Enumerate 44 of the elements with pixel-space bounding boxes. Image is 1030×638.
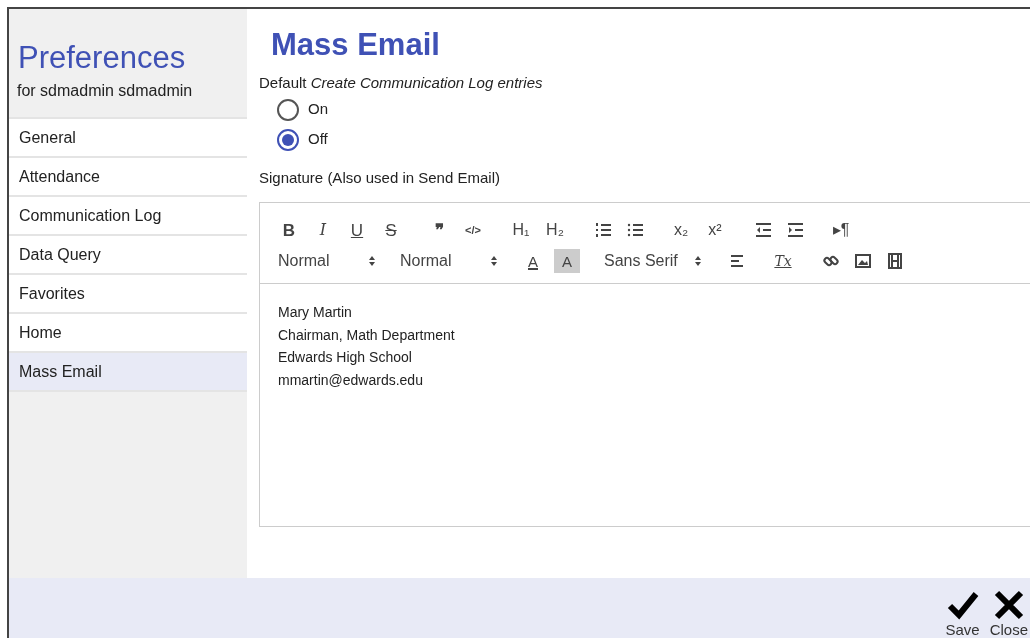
toolbar-button[interactable]: A (554, 249, 580, 273)
sidebar-item[interactable]: Mass Email (9, 351, 247, 390)
text-line: mmartin@edwards.edu (278, 370, 424, 390)
toolbar-dropdown[interactable]: Normal (398, 249, 498, 273)
toolbar-button[interactable]: A (520, 249, 546, 273)
page-title: Mass Email (271, 26, 441, 64)
toolbar-dropdown[interactable]: Sans Serif (602, 249, 702, 273)
sidebar-item[interactable]: Home (9, 312, 247, 351)
toolbar-button[interactable]: x² (702, 218, 728, 242)
sidebar-item[interactable]: Favorites (9, 273, 247, 312)
toolbar-button[interactable]: U (344, 218, 370, 242)
radio-button[interactable] (277, 98, 299, 121)
radio-label[interactable]: Off (308, 128, 328, 151)
sidebar-item[interactable]: Communication Log (9, 195, 247, 234)
footer-button[interactable]: Close (989, 588, 1028, 638)
toolbar-button[interactable]: I (310, 218, 336, 242)
toolbar-button[interactable]: H₁ (508, 218, 534, 242)
toolbar-button[interactable]: H₂ (542, 218, 568, 242)
field-label: Signature (Also used in Send Email) (259, 167, 501, 188)
sidebar-title: Preferences (18, 39, 187, 77)
updown-icon (694, 255, 702, 267)
toolbar-button[interactable]: ▸¶ (828, 218, 854, 242)
editor-field[interactable]: Mary Martin Chairman, Math Department Edwards High School mmartin@edwards.edu (260, 284, 1030, 526)
image-icon[interactable] (852, 252, 874, 270)
toolbar-button[interactable]: x₂ (668, 218, 694, 242)
footer-button[interactable]: Save (945, 588, 980, 638)
setting-label: Default Create Communication Log entries (259, 73, 544, 93)
sidebar-item[interactable]: Attendance (9, 156, 247, 195)
updown-icon (490, 255, 498, 267)
toolbar-dropdown[interactable]: Normal (276, 249, 376, 273)
text-line: Mary Martin (278, 303, 353, 322)
toolbar-button[interactable]: </> (460, 218, 486, 242)
sidebar-item[interactable]: General (9, 117, 247, 156)
toolbar-button[interactable]: B (276, 218, 302, 242)
toolbar-button[interactable]: S (378, 218, 404, 242)
toolbar-button[interactable]: Tx (770, 249, 796, 273)
sidebar-item[interactable]: Data Query (9, 234, 247, 273)
updown-icon (368, 255, 376, 267)
radio-button[interactable] (277, 128, 299, 151)
text-line: Chairman, Math Department (278, 325, 456, 345)
radio-label[interactable]: On (308, 98, 328, 121)
sidebar-subtitle: for sdmadmin sdmadmin (17, 81, 194, 101)
text-line: Edwards High School (278, 348, 413, 367)
toolbar-button[interactable]: ❞ (426, 218, 452, 242)
